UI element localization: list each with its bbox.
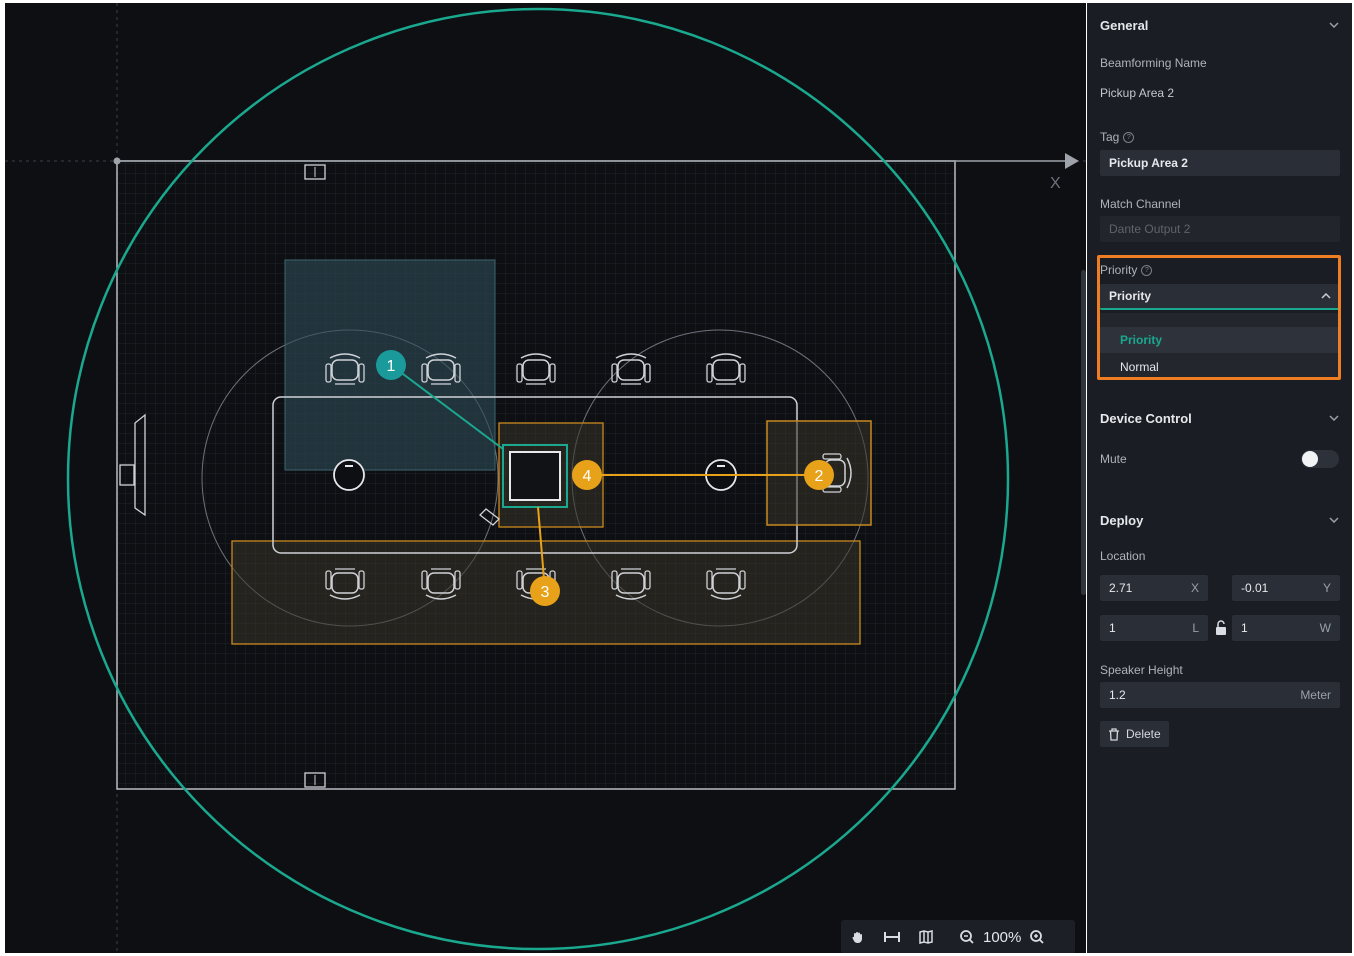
- unlock-icon[interactable]: [1214, 620, 1228, 636]
- tag-input[interactable]: Pickup Area 2: [1100, 150, 1340, 176]
- location-y-input[interactable]: -0.01 Y: [1232, 575, 1340, 601]
- device-control-section-header[interactable]: Device Control: [1100, 408, 1339, 428]
- help-icon: ?: [1123, 132, 1135, 144]
- length-input[interactable]: 1L: [1100, 615, 1208, 641]
- properties-panel: General Beamforming Name Pickup Area 2 T…: [1087, 3, 1352, 953]
- match-channel-select[interactable]: Dante Output 2: [1100, 216, 1340, 242]
- trash-icon: [1109, 727, 1119, 741]
- mute-label: Mute: [1100, 452, 1127, 466]
- marker-2[interactable]: 2: [804, 460, 834, 490]
- section-title: Device Control: [1100, 410, 1192, 426]
- canvas-toolbar: 100%: [841, 920, 1075, 953]
- delete-label: Delete: [1126, 727, 1161, 741]
- ceiling-array-icon: [509, 451, 561, 501]
- marker-4[interactable]: 4: [572, 460, 602, 490]
- marker-label: 3: [541, 584, 550, 601]
- priority-highlight-box: [1097, 255, 1341, 380]
- marker-label: 1: [387, 358, 396, 375]
- delete-button[interactable]: Delete: [1100, 721, 1169, 747]
- zoom-out-icon[interactable]: [955, 920, 979, 953]
- mute-toggle[interactable]: [1301, 450, 1339, 468]
- fit-width-icon[interactable]: [875, 920, 909, 953]
- panel-scrollbar[interactable]: [1081, 270, 1086, 595]
- deploy-section-header[interactable]: Deploy: [1100, 510, 1339, 530]
- marker-3[interactable]: 3: [530, 576, 560, 606]
- chevron-down-icon: [1329, 517, 1339, 523]
- tag-label: Tag?: [1100, 130, 1135, 144]
- marker-1[interactable]: 1: [376, 350, 406, 380]
- beam-name-label: Beamforming Name: [1100, 56, 1207, 70]
- hand-icon[interactable]: [841, 920, 875, 953]
- marker-label: 2: [815, 468, 824, 485]
- zoom-in-icon[interactable]: [1025, 920, 1049, 953]
- table-mic-icon: [333, 459, 365, 491]
- room-layout: X 1 2 3 4: [5, 3, 1086, 953]
- speaker-height-label: Speaker Height: [1100, 663, 1183, 677]
- room-canvas[interactable]: X 1 2 3 4 100%: [5, 3, 1086, 953]
- chevron-down-icon: [1329, 415, 1339, 421]
- toggle-knob: [1302, 451, 1318, 467]
- chevron-down-icon: [1329, 22, 1339, 28]
- section-title: General: [1100, 17, 1149, 33]
- beam-name-value: Pickup Area 2: [1100, 86, 1175, 100]
- map-icon[interactable]: [909, 920, 943, 953]
- speaker-height-input[interactable]: 1.2 Meter: [1100, 682, 1340, 708]
- match-channel-label: Match Channel: [1100, 197, 1181, 211]
- location-x-input[interactable]: 2.71 X: [1100, 575, 1208, 601]
- axis-label: X: [1050, 175, 1061, 192]
- location-label: Location: [1100, 549, 1146, 563]
- marker-label: 4: [583, 468, 592, 485]
- general-section-header[interactable]: General: [1100, 15, 1339, 35]
- zoom-level: 100%: [983, 928, 1022, 946]
- section-title: Deploy: [1100, 512, 1144, 528]
- width-input[interactable]: 1W: [1232, 615, 1340, 641]
